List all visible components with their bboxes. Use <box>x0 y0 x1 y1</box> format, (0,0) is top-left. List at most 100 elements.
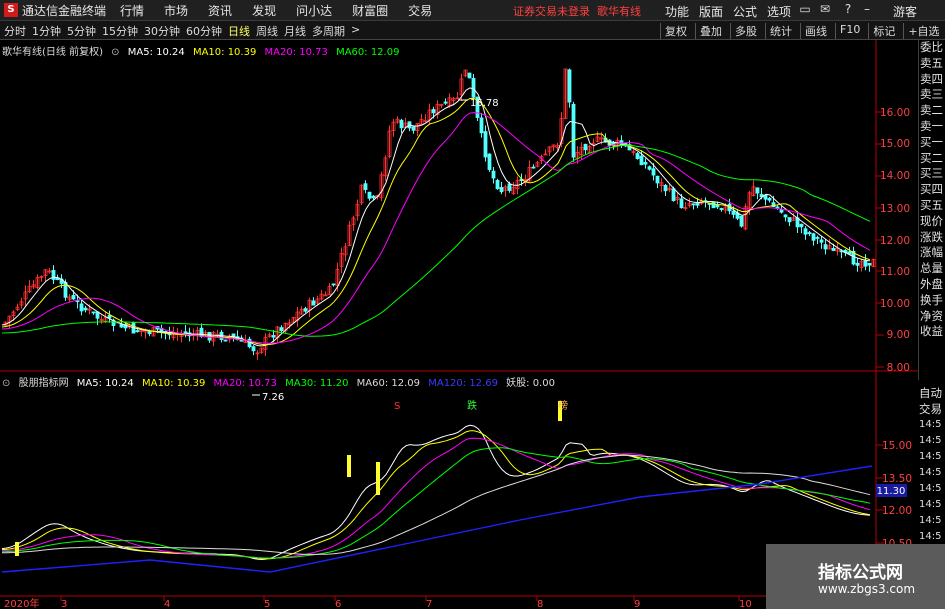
signal-bang-label: 榜 <box>558 399 568 412</box>
menu-function[interactable]: 功能 <box>665 3 689 20</box>
side-item[interactable]: 卖二 <box>919 103 945 119</box>
chart-area[interactable]: 16.00 15.00 14.00 13.00 12.00 11.00 10.0… <box>0 40 945 609</box>
side-item[interactable] <box>919 356 945 372</box>
btn-fuquan[interactable]: 复权 <box>660 23 687 39</box>
candle-body <box>399 119 404 129</box>
candle-body <box>863 260 868 267</box>
candle-body <box>199 327 204 337</box>
tab-multi-period[interactable]: 多周期 <box>312 23 345 39</box>
candle-body <box>303 308 308 312</box>
current-price-label: 11.30 <box>877 486 906 497</box>
candle-body <box>443 101 448 104</box>
login-status[interactable]: 证券交易未登录 歌华有线 <box>513 3 641 19</box>
indicator-settings-icon[interactable]: ⊙ <box>2 378 10 389</box>
side-item[interactable]: 买四 <box>919 182 945 198</box>
tab-more-icon[interactable]: > <box>351 23 360 39</box>
minimize-icon[interactable]: – <box>859 2 875 16</box>
indicator-name[interactable]: 股朋指标网 <box>19 378 69 389</box>
candle-body <box>867 262 872 266</box>
candle-body <box>663 184 668 192</box>
tab-daily[interactable]: 日线 <box>228 23 250 39</box>
btn-mark[interactable]: 标记 <box>868 23 895 39</box>
low-price-label: 7.26 <box>262 392 284 403</box>
ind-legend-ma20: MA20: 10.73 <box>213 378 277 389</box>
side-item[interactable]: 卖三 <box>919 87 945 103</box>
side-item[interactable]: 卖五 <box>919 56 945 72</box>
trade-label[interactable]: 交易 <box>918 401 945 417</box>
side-item[interactable]: 买二 <box>919 151 945 167</box>
side-item[interactable]: 外盘 <box>919 277 945 293</box>
side-item[interactable]: 涨幅 <box>919 245 945 261</box>
side-item[interactable]: 买五 <box>919 198 945 214</box>
menu-options[interactable]: 选项 <box>767 3 791 20</box>
ind-legend-ma30: MA30: 11.20 <box>285 378 349 389</box>
side-item[interactable]: 净资 <box>919 309 945 325</box>
kline-chart-svg[interactable]: 16.00 15.00 14.00 13.00 12.00 11.00 10.0… <box>0 40 945 609</box>
tab-timeshare[interactable]: 分时 <box>4 23 26 39</box>
price-tick: 15.00 <box>880 138 910 150</box>
side-item[interactable]: 现价 <box>919 214 945 230</box>
side-item[interactable]: 换手 <box>919 293 945 309</box>
tick-time: 14:5 <box>919 531 942 542</box>
btn-draw-line[interactable]: 画线 <box>800 23 827 39</box>
menu-ask[interactable]: 问小达 <box>296 2 332 19</box>
candle-body <box>471 77 476 98</box>
price-tick: 16.00 <box>880 107 910 119</box>
tick-time: 14:5 <box>919 435 942 446</box>
candle-body <box>739 215 744 227</box>
menu-wealth[interactable]: 财富圈 <box>352 2 388 19</box>
tab-60min[interactable]: 60分钟 <box>186 23 222 39</box>
menu-discover[interactable]: 发现 <box>252 2 276 19</box>
menu-news[interactable]: 资讯 <box>208 2 232 19</box>
btn-stats[interactable]: 统计 <box>765 23 792 39</box>
btn-overlay[interactable]: 叠加 <box>695 23 722 39</box>
help-icon[interactable]: ? <box>840 2 856 16</box>
legend-stock-name[interactable]: 歌华有线(日线 前复权) <box>2 47 103 58</box>
candle-body <box>531 166 536 169</box>
price-tick: 14.00 <box>880 170 910 182</box>
side-item[interactable]: 卖一 <box>919 119 945 135</box>
candle-body <box>491 170 496 179</box>
tab-weekly[interactable]: 周线 <box>256 23 278 39</box>
legend-ma60: MA60: 12.09 <box>336 47 400 58</box>
candle-body <box>731 210 736 215</box>
candle-body <box>799 223 804 228</box>
btn-add-watchlist[interactable]: +自选 <box>903 23 940 39</box>
guest-label[interactable]: 游客 <box>893 3 917 20</box>
side-item[interactable]: 买一 <box>919 135 945 151</box>
candle-body <box>79 303 84 312</box>
btn-f10[interactable]: F10 <box>835 23 860 39</box>
menu-quotes[interactable]: 行情 <box>120 2 144 19</box>
envelope-icon[interactable]: ✉ <box>817 2 833 16</box>
btn-multi-stock[interactable]: 多股 <box>730 23 757 39</box>
candle-body <box>331 283 336 286</box>
menu-formula[interactable]: 公式 <box>733 3 757 20</box>
auto-label[interactable]: 自动 <box>918 385 945 401</box>
tick-time: 14:5 <box>919 419 942 430</box>
legend-ma10: MA10: 10.39 <box>192 47 257 58</box>
menu-market[interactable]: 市场 <box>164 2 188 19</box>
date-tick: 6 <box>335 599 341 609</box>
menu-layout[interactable]: 版面 <box>699 3 723 20</box>
ind-legend-ma5: MA5: 10.24 <box>76 378 134 389</box>
candle-body <box>487 153 492 170</box>
tab-5min[interactable]: 5分钟 <box>67 23 96 39</box>
legend-settings-icon[interactable]: ⊙ <box>111 47 119 58</box>
candle-body <box>311 300 316 306</box>
indicator-tick: 12.00 <box>882 505 912 517</box>
side-item[interactable]: 买三 <box>919 166 945 182</box>
side-item[interactable]: 卖四 <box>919 72 945 88</box>
side-item[interactable]: 总量 <box>919 261 945 277</box>
side-item[interactable] <box>919 340 945 356</box>
restore-icon[interactable]: ▭ <box>797 2 813 16</box>
tab-monthly[interactable]: 月线 <box>284 23 306 39</box>
candle-body <box>783 214 788 218</box>
tab-30min[interactable]: 30分钟 <box>144 23 180 39</box>
side-item[interactable]: 收益 <box>919 324 945 340</box>
tab-1min[interactable]: 1分钟 <box>32 23 61 39</box>
menu-trade[interactable]: 交易 <box>408 2 432 19</box>
side-item[interactable]: 委比 <box>919 40 945 56</box>
side-item[interactable]: 涨跌 <box>919 230 945 246</box>
tab-15min[interactable]: 15分钟 <box>102 23 138 39</box>
date-tick: 8 <box>537 599 543 609</box>
